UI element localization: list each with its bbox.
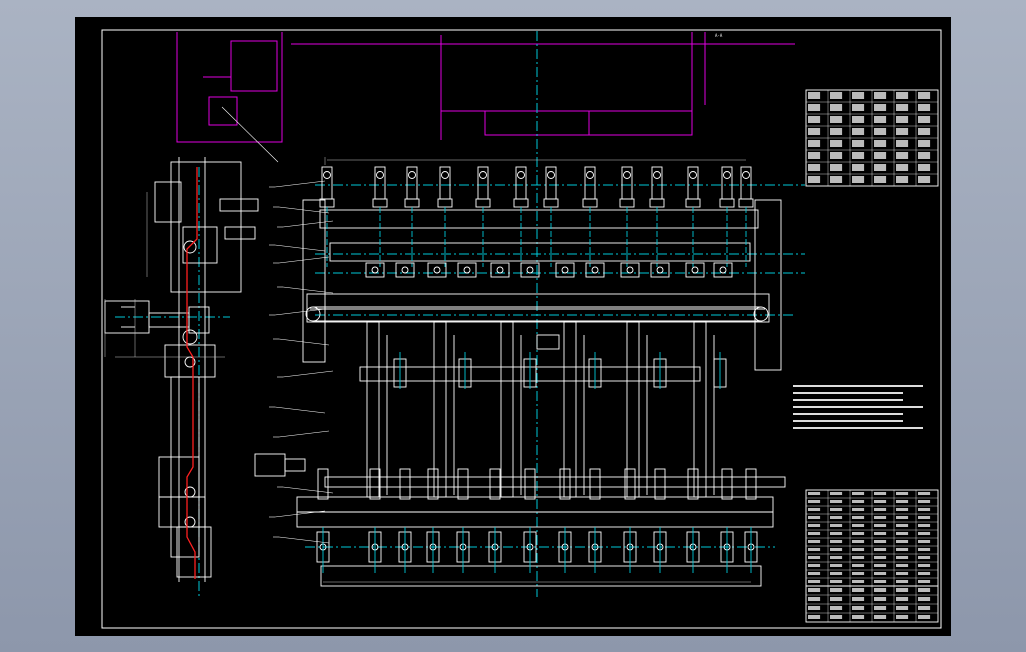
vertical-column	[366, 321, 380, 498]
vertical-column	[693, 321, 707, 498]
svg-text:A-A: A-A	[715, 33, 723, 38]
lower-unit	[721, 468, 733, 500]
technical-notes	[793, 385, 923, 429]
bottom-dim-frame	[320, 565, 762, 587]
gear-block	[427, 262, 447, 278]
front-view	[254, 157, 786, 587]
center-motor	[536, 334, 560, 350]
leader-line	[278, 536, 330, 544]
leader-line	[278, 430, 330, 438]
lower-unit	[427, 468, 439, 500]
lower-unit	[369, 468, 381, 500]
lower-unit	[589, 468, 601, 500]
top-rail	[319, 209, 759, 229]
main-beam	[306, 293, 770, 323]
right-side-plate	[754, 199, 782, 371]
gear-block	[490, 262, 510, 278]
drive-motor	[254, 453, 286, 477]
drawing-sheet: A-A	[101, 29, 942, 629]
lower-unit	[524, 468, 536, 500]
lower-unit	[687, 468, 699, 500]
gear-block	[395, 262, 415, 278]
vertical-column	[433, 321, 447, 498]
gear-block	[650, 262, 670, 278]
side-view	[104, 157, 259, 582]
vertical-column	[500, 321, 514, 498]
title-block	[805, 585, 939, 623]
leader-line	[274, 180, 326, 188]
lower-unit	[489, 468, 501, 500]
leader-line	[274, 406, 326, 414]
lower-unit	[745, 468, 757, 500]
vertical-column	[626, 321, 640, 498]
parameter-table	[805, 89, 939, 187]
lower-unit	[624, 468, 636, 500]
gear-block	[620, 262, 640, 278]
note-line	[793, 406, 923, 408]
leader-line	[274, 308, 326, 316]
gear-block	[685, 262, 705, 278]
gear-block	[585, 262, 605, 278]
cad-viewport[interactable]: A-A	[75, 17, 951, 636]
gear-block	[713, 262, 733, 278]
gear-block	[555, 262, 575, 278]
lower-unit	[654, 468, 666, 500]
leader-line	[282, 286, 334, 294]
gear-block	[520, 262, 540, 278]
note-line	[793, 413, 903, 415]
note-line	[793, 427, 923, 429]
gear-block	[365, 262, 385, 278]
lower-unit	[317, 468, 329, 500]
lower-shaft	[324, 476, 786, 488]
note-line	[793, 392, 903, 394]
leader-line	[274, 244, 326, 252]
leader-line	[282, 220, 334, 228]
parts-list	[805, 489, 939, 587]
leader-line	[278, 338, 330, 346]
note-line	[793, 420, 903, 422]
note-line	[793, 385, 923, 387]
leader-line	[282, 370, 334, 378]
gear-block	[457, 262, 477, 278]
upper-shaft	[329, 242, 751, 262]
lower-unit	[457, 468, 469, 500]
lower-unit	[559, 468, 571, 500]
hidden-frame	[176, 32, 795, 163]
leader-line	[278, 256, 330, 264]
lower-unit	[399, 468, 411, 500]
note-line	[793, 399, 903, 401]
leader-line	[282, 486, 334, 494]
